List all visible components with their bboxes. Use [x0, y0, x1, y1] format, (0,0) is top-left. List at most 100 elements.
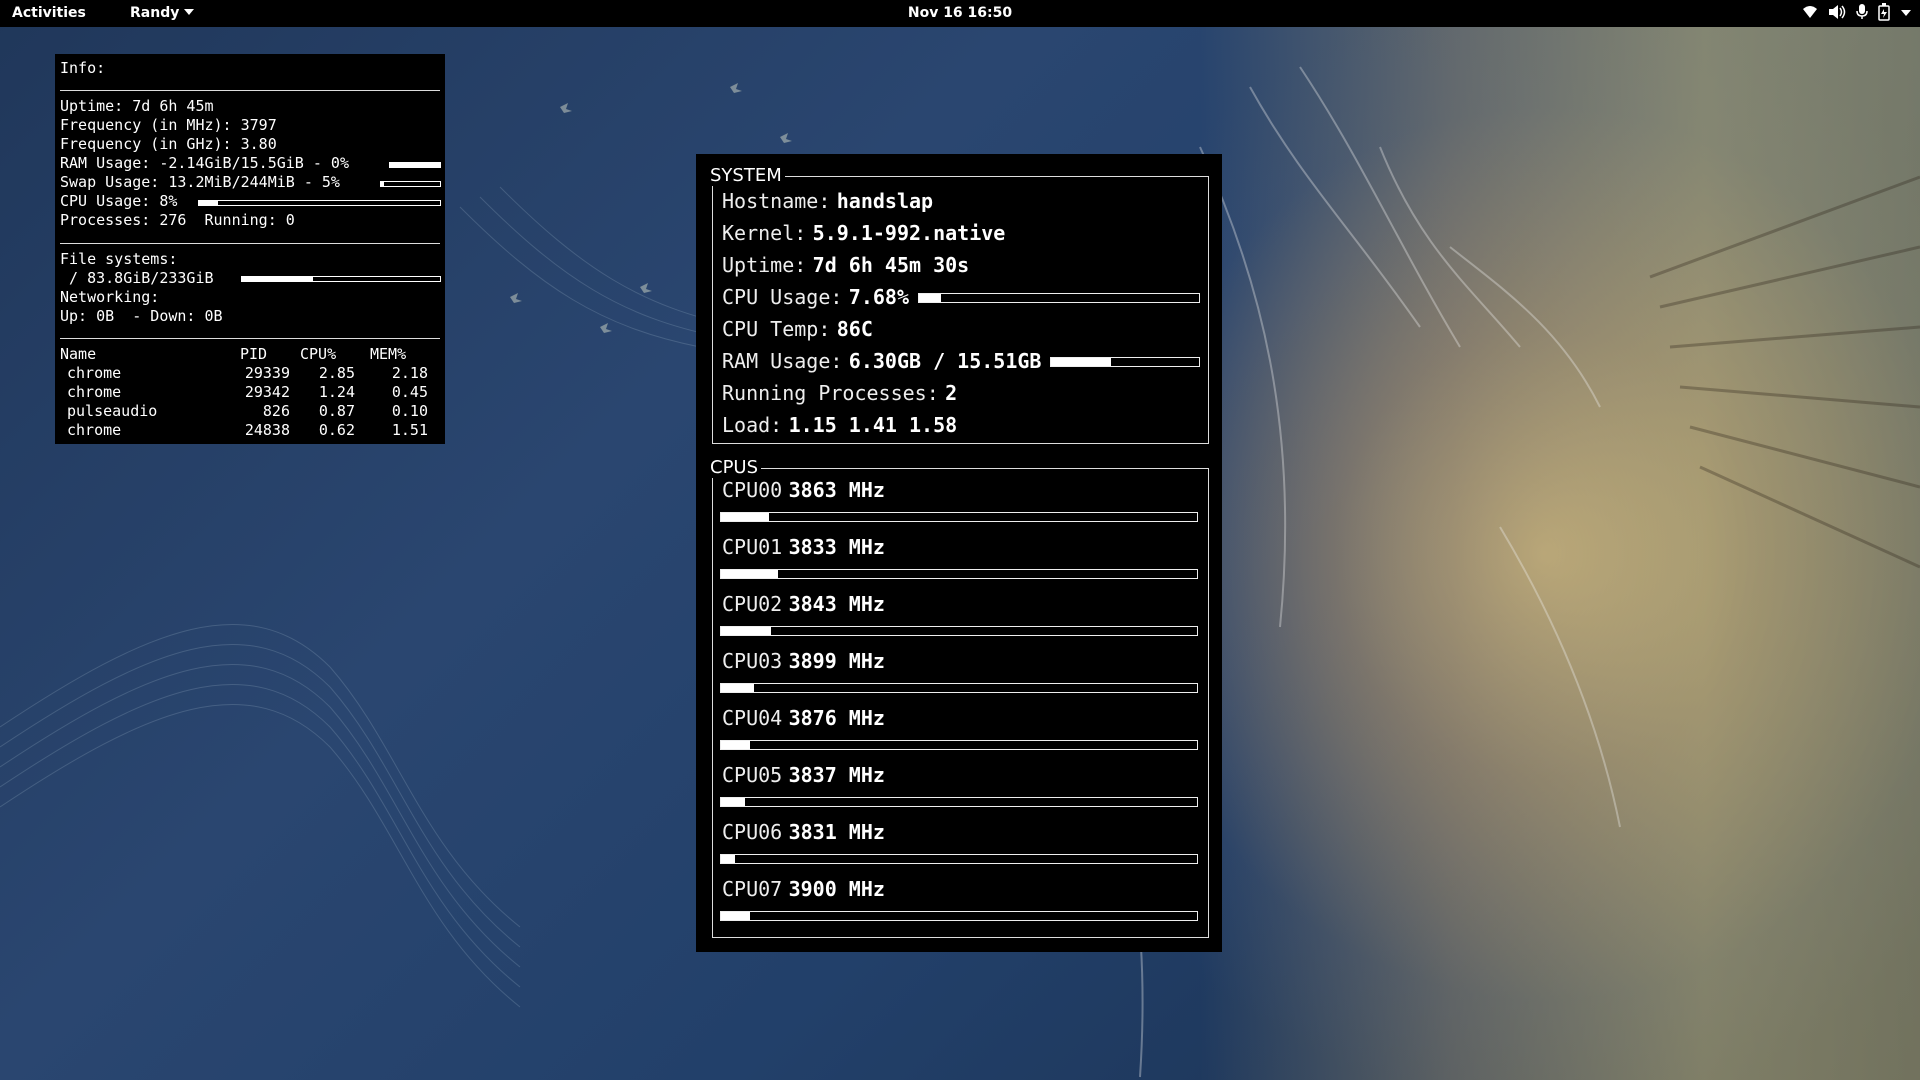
table-cell: 1.51: [391, 421, 428, 439]
load-value: 1.15 1.41 1.58: [788, 413, 958, 437]
freq-ghz-value: 3.80: [240, 135, 277, 153]
cpu-row: CPU00 3863 MHz: [722, 478, 885, 502]
filesystem-usage-bar: [241, 276, 441, 282]
cpu-load-bar: [720, 854, 1198, 864]
system-menu-arrow-icon[interactable]: [1900, 4, 1912, 20]
down-value: 0B: [204, 307, 223, 325]
table-cell: chrome: [67, 421, 122, 439]
cpu-frequency: 3876 MHz: [788, 706, 885, 730]
cpu-load-bar: [720, 911, 1198, 921]
system-title: SYSTEM: [710, 166, 785, 186]
swap-label: Swap Usage:: [60, 173, 160, 191]
hostname-value: handslap: [836, 189, 934, 213]
processes-label: Processes:: [60, 211, 151, 229]
uptime-label: Uptime:: [722, 253, 807, 277]
running-label: Running:: [204, 211, 277, 229]
down-label: - Down:: [132, 307, 196, 325]
cpu-temp-label: CPU Temp:: [722, 317, 831, 341]
cpu-row: CPU07 3900 MHz: [722, 877, 885, 901]
divider: [60, 90, 440, 91]
cpu-frequency: 3837 MHz: [788, 763, 885, 787]
cpu-frequency: 3833 MHz: [788, 535, 885, 559]
freq-ghz-label: Frequency (in GHz):: [60, 135, 232, 153]
cpu-value: 8%: [159, 192, 178, 210]
cpu-label: CPU00: [722, 478, 783, 502]
running-processes-label: Running Processes:: [722, 381, 939, 405]
cpu-row: CPU03 3899 MHz: [722, 649, 885, 673]
system-widget: SYSTEM Hostname: handslap Kernel: 5.9.1-…: [696, 154, 1222, 952]
kernel-label: Kernel:: [722, 221, 807, 245]
cpu-label: CPU01: [722, 535, 783, 559]
uptime-value: 7d 6h 45m 30s: [812, 253, 970, 277]
table-header-cpu: CPU%: [300, 345, 337, 363]
ram-label: RAM Usage:: [60, 154, 151, 172]
divider: [60, 243, 440, 244]
clock-button[interactable]: Nov 16 16:50: [0, 5, 1920, 21]
table-cell: chrome: [67, 383, 122, 401]
cpu-label: CPU05: [722, 763, 783, 787]
battery-icon[interactable]: [1878, 3, 1890, 21]
freq-mhz-value: 3797: [240, 116, 277, 134]
uptime-value: 7d 6h 45m: [132, 97, 214, 115]
fs-value: 83.8GiB/233GiB: [87, 269, 214, 287]
cpu-row: CPU02 3843 MHz: [722, 592, 885, 616]
cpu-usage-bar: [918, 293, 1200, 303]
fs-mount: /: [69, 269, 79, 287]
divider: [60, 338, 440, 339]
table-cell: 0.45: [391, 383, 428, 401]
cpu-label: CPU07: [722, 877, 783, 901]
table-header-name: Name: [60, 345, 97, 363]
cpu-usage-bar: [198, 200, 441, 206]
up-value: 0B: [96, 307, 115, 325]
cpu-usage-value: 7.68%: [848, 285, 909, 309]
cpus-title: CPUS: [710, 458, 762, 478]
wifi-icon[interactable]: [1802, 4, 1818, 20]
cpu-frequency: 3863 MHz: [788, 478, 885, 502]
cpu-frequency: 3831 MHz: [788, 820, 885, 844]
table-header-pid: PID: [240, 345, 268, 363]
system-tray[interactable]: [1802, 3, 1912, 21]
up-label: Up:: [60, 307, 88, 325]
cpu-load-bar: [720, 569, 1198, 579]
cpu-row: CPU01 3833 MHz: [722, 535, 885, 559]
top-bar: Activities Randy Nov 16 16:50: [0, 0, 1920, 27]
cpu-load-bar: [720, 797, 1198, 807]
load-label: Load:: [722, 413, 783, 437]
ram-usage-bar: [389, 162, 441, 168]
ram-usage-value: 6.30GB / 15.51GB: [848, 349, 1042, 373]
cpu-label: CPU04: [722, 706, 783, 730]
volume-icon[interactable]: [1828, 4, 1846, 20]
ram-usage-bar: [1050, 357, 1200, 367]
hostname-label: Hostname:: [722, 189, 831, 213]
cpu-row: CPU04 3876 MHz: [722, 706, 885, 730]
table-cell: 2.18: [391, 364, 428, 382]
networking-label: Networking:: [60, 288, 160, 306]
uptime-label: Uptime:: [60, 97, 124, 115]
table-cell: pulseaudio: [67, 402, 158, 420]
filesystems-label: File systems:: [60, 250, 178, 268]
processes-value: 276: [159, 211, 187, 229]
info-widget: Info: Uptime: 7d 6h 45m Frequency (in MH…: [55, 54, 445, 444]
ram-value: -2.14GiB/15.5GiB - 0%: [159, 154, 349, 172]
cpu-load-bar: [720, 683, 1198, 693]
running-processes-value: 2: [945, 381, 958, 405]
running-value: 0: [285, 211, 295, 229]
cpu-load-bar: [720, 740, 1198, 750]
cpu-load-bar: [720, 512, 1198, 522]
cpu-frequency: 3900 MHz: [788, 877, 885, 901]
cpu-row: CPU05 3837 MHz: [722, 763, 885, 787]
cpu-frequency: 3899 MHz: [788, 649, 885, 673]
ram-usage-label: RAM Usage:: [722, 349, 843, 373]
freq-mhz-label: Frequency (in MHz):: [60, 116, 232, 134]
cpu-frequency: 3843 MHz: [788, 592, 885, 616]
cpu-load-bar: [720, 626, 1198, 636]
table-header-mem: MEM%: [370, 345, 407, 363]
cpu-label: CPU06: [722, 820, 783, 844]
table-cell: 0.10: [391, 402, 428, 420]
cpu-label: CPU03: [722, 649, 783, 673]
table-cell: chrome: [67, 364, 122, 382]
swap-usage-bar: [380, 181, 441, 187]
cpu-row: CPU06 3831 MHz: [722, 820, 885, 844]
microphone-icon[interactable]: [1856, 4, 1868, 20]
cpu-label: CPU02: [722, 592, 783, 616]
